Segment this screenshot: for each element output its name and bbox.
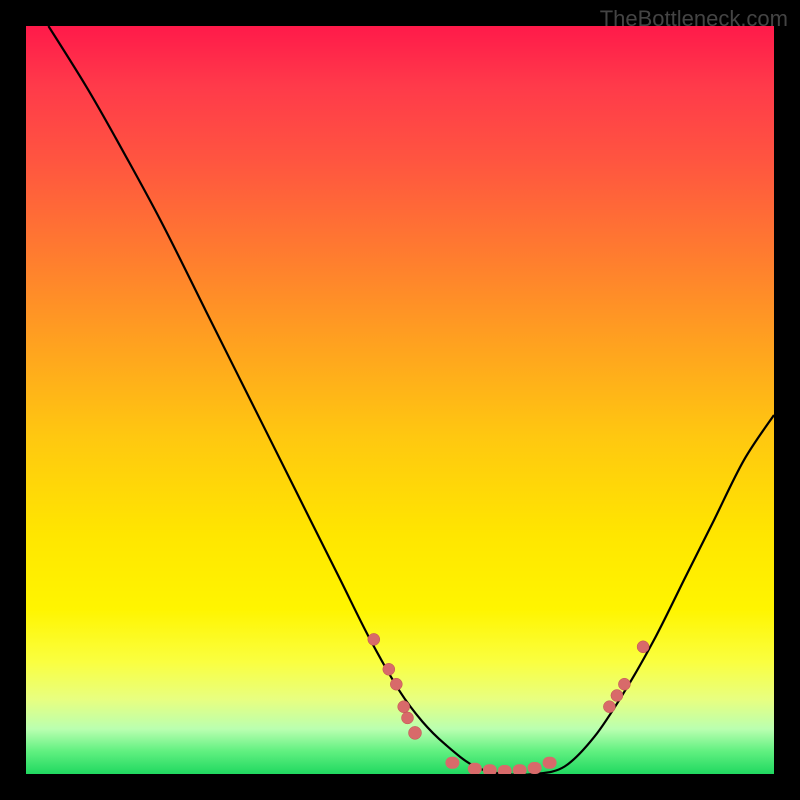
data-marker bbox=[402, 712, 414, 724]
data-marker bbox=[409, 726, 422, 739]
data-marker bbox=[468, 763, 482, 774]
data-marker bbox=[398, 701, 410, 713]
data-marker bbox=[603, 701, 615, 713]
data-marker bbox=[543, 757, 557, 769]
bottleneck-curve bbox=[48, 26, 774, 774]
data-marker bbox=[528, 762, 542, 774]
data-marker bbox=[483, 764, 497, 774]
watermark-text: TheBottleneck.com bbox=[600, 6, 788, 32]
data-marker bbox=[498, 765, 512, 774]
chart-overlay bbox=[26, 26, 774, 774]
data-markers bbox=[368, 633, 649, 774]
data-marker bbox=[390, 678, 402, 690]
data-marker bbox=[637, 641, 649, 653]
data-marker bbox=[611, 690, 623, 702]
data-marker bbox=[618, 678, 630, 690]
data-marker bbox=[513, 764, 527, 774]
data-marker bbox=[445, 757, 459, 769]
data-marker bbox=[368, 633, 380, 645]
data-marker bbox=[383, 663, 395, 675]
